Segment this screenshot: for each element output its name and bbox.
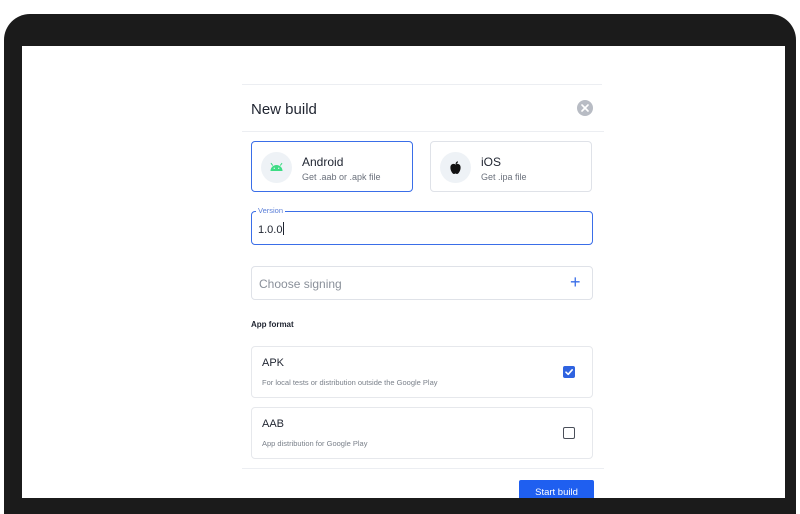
platform-subtitle: Get .aab or .apk file [302, 172, 381, 182]
checkbox-checked[interactable] [563, 366, 575, 378]
version-label: Version [256, 206, 286, 216]
signing-placeholder: Choose signing [259, 277, 342, 291]
plus-icon[interactable]: + [570, 272, 581, 292]
version-field[interactable]: Version 1.0.0 [251, 206, 593, 245]
platform-option-android[interactable]: Android Get .aab or .apk file [251, 141, 413, 192]
format-title: APK [262, 357, 285, 369]
screen: New build Android Get .aab or .apk file [22, 46, 785, 498]
new-build-dialog: New build Android Get .aab or .apk file [242, 84, 604, 498]
format-option-aab[interactable]: AAB App distribution for Google Play [251, 407, 593, 459]
platform-option-ios[interactable]: iOS Get .ipa file [430, 141, 592, 192]
format-description: For local tests or distribution outside … [262, 378, 438, 387]
close-icon[interactable] [577, 100, 593, 116]
version-value: 1.0.0 [258, 224, 283, 236]
platform-name: Android [302, 155, 344, 169]
version-input[interactable]: 1.0.0 [258, 222, 285, 236]
android-icon [261, 152, 292, 183]
divider [242, 468, 604, 469]
app-format-label: App format [251, 320, 294, 329]
platform-subtitle: Get .ipa file [481, 172, 527, 182]
platform-name: iOS [481, 155, 502, 169]
device-frame: New build Android Get .aab or .apk file [4, 14, 796, 514]
start-build-button[interactable]: Start build [519, 480, 594, 498]
format-option-apk[interactable]: APK For local tests or distribution outs… [251, 346, 593, 398]
apple-icon [440, 152, 471, 183]
dialog-header: New build [242, 85, 604, 132]
format-description: App distribution for Google Play [262, 439, 368, 448]
checkbox-unchecked[interactable] [563, 427, 575, 439]
text-caret [283, 222, 285, 235]
signing-select[interactable]: Choose signing + [251, 266, 593, 300]
dialog-title: New build [251, 101, 317, 118]
format-title: AAB [262, 418, 285, 430]
